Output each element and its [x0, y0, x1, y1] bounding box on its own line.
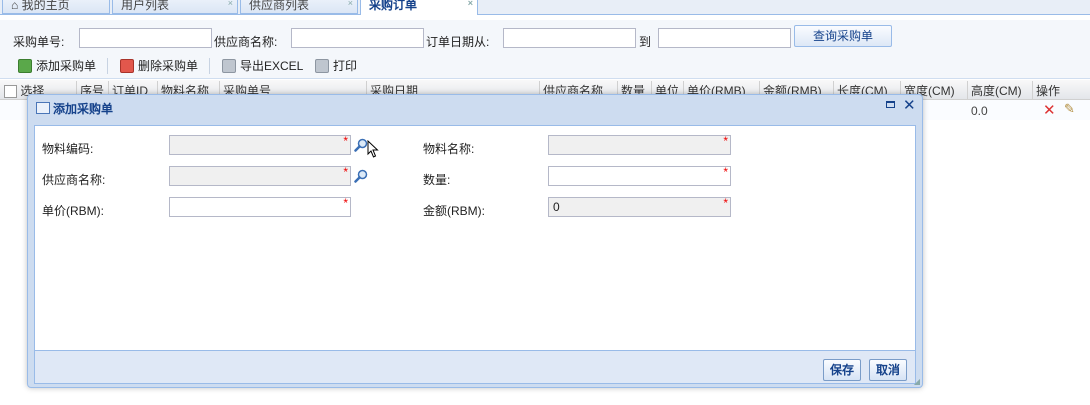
supplier-name-input[interactable]: *	[169, 165, 351, 186]
required-mark: *	[723, 196, 728, 210]
search-icon[interactable]	[354, 169, 368, 183]
amount-value: 0	[553, 200, 560, 214]
add-icon	[18, 59, 32, 73]
delete-icon	[120, 59, 134, 73]
close-icon[interactable]: ×	[468, 0, 473, 12]
column-height[interactable]: 高度(CM)	[971, 82, 1022, 99]
quantity-label: 数量:	[423, 173, 451, 187]
required-mark: *	[343, 196, 348, 210]
material-name-input[interactable]: *	[548, 134, 731, 155]
required-mark: *	[343, 165, 348, 179]
row-height-cell: 0.0	[971, 104, 988, 118]
close-icon[interactable]: ×	[228, 0, 233, 12]
order-no-input[interactable]	[79, 28, 212, 48]
tab-purchase-order[interactable]: 采购订单 ×	[360, 0, 478, 15]
unit-price-input[interactable]: *	[169, 196, 351, 217]
column-actions: 操作	[1036, 84, 1061, 98]
required-mark: *	[723, 165, 728, 179]
select-all-checkbox[interactable]	[4, 85, 17, 99]
search-icon[interactable]	[354, 138, 368, 152]
form-icon	[36, 102, 50, 114]
close-icon[interactable]: ×	[348, 0, 353, 12]
supplier-input[interactable]	[291, 28, 424, 48]
print-icon	[315, 59, 329, 73]
dialog-title: 添加采购单	[36, 100, 113, 117]
cursor-icon	[367, 140, 379, 158]
resize-handle[interactable]: ◢	[914, 377, 920, 386]
material-code-label: 物料编码:	[42, 142, 94, 156]
date-from-input[interactable]	[503, 28, 636, 48]
dialog-footer: 保存 取消	[34, 351, 916, 384]
column-divider	[967, 81, 968, 99]
amount-label: 金额(RBM):	[423, 204, 485, 218]
material-code-input[interactable]: *	[169, 134, 351, 155]
export-excel-button[interactable]: 导出EXCEL	[222, 58, 303, 74]
date-to-label: 到	[639, 35, 652, 49]
material-name-label: 物料名称:	[423, 142, 475, 156]
add-order-dialog: 添加采购单 ✕ 物料编码: * 物料名称: * 供应商名称: * 数量: * 单…	[27, 94, 923, 388]
quantity-input[interactable]: *	[548, 165, 731, 186]
print-button[interactable]: 打印	[315, 58, 357, 74]
maximize-icon[interactable]	[886, 101, 895, 108]
delete-row-icon[interactable]: ✕	[1043, 101, 1056, 119]
tab-supplier-list[interactable]: 供应商列表 ×	[240, 0, 358, 14]
home-icon: ⌂	[11, 0, 22, 12]
tab-user-list[interactable]: 用户列表 ×	[112, 0, 238, 14]
delete-order-button[interactable]: 删除采购单	[120, 58, 198, 74]
tab-bar: ⌂ 我的主页 用户列表 × 供应商列表 × 采购订单 ×	[0, 0, 1090, 15]
column-divider	[1032, 81, 1033, 99]
required-mark: *	[723, 134, 728, 148]
date-to-input[interactable]	[658, 28, 791, 48]
supplier-name-label: 供应商名称:	[42, 173, 106, 187]
export-icon	[222, 59, 236, 73]
amount-input[interactable]: 0 *	[548, 196, 731, 217]
date-from-label: 订单日期从:	[426, 35, 490, 49]
edit-row-icon[interactable]: ✎	[1064, 101, 1075, 117]
unit-price-label: 单价(RBM):	[42, 204, 104, 218]
toolbar-divider	[209, 58, 210, 74]
tab-home[interactable]: ⌂ 我的主页	[2, 0, 110, 14]
close-icon[interactable]: ✕	[903, 96, 916, 114]
add-order-button[interactable]: 添加采购单	[18, 58, 96, 74]
dialog-body: 物料编码: * 物料名称: * 供应商名称: * 数量: * 单价(RBM):	[34, 125, 916, 351]
cancel-button[interactable]: 取消	[869, 359, 908, 381]
order-no-label: 采购单号:	[13, 35, 65, 49]
query-button[interactable]: 查询采购单	[794, 25, 892, 47]
toolbar-divider	[107, 58, 108, 74]
save-button[interactable]: 保存	[823, 359, 862, 381]
supplier-label: 供应商名称:	[214, 35, 278, 49]
required-mark: *	[343, 134, 348, 148]
